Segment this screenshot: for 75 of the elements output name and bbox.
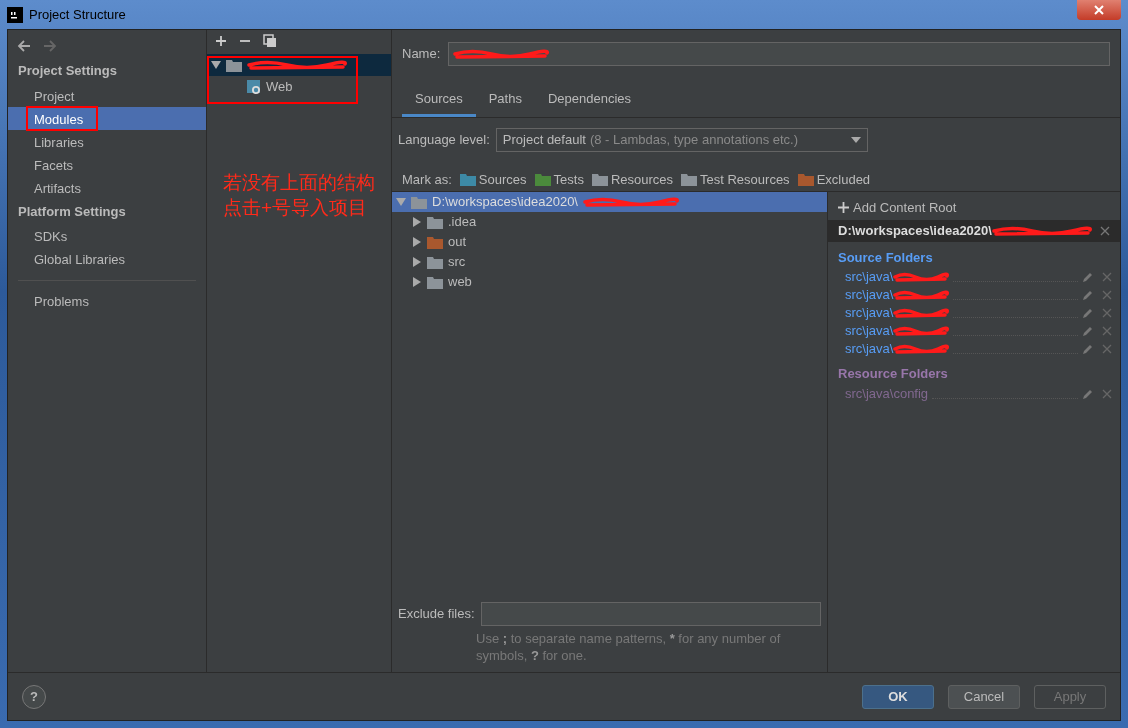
dialog-button[interactable]: OK xyxy=(862,684,934,709)
hint-text: Use ; to separate name patterns, * for any number of symbols, ? for one. xyxy=(475,630,782,665)
folder-icon xyxy=(411,195,427,209)
sidebar-item[interactable]: Problems xyxy=(8,289,206,312)
folder-path: src\java\config xyxy=(845,384,929,403)
folder-path: src\java\ xyxy=(845,268,894,287)
sidebar-item[interactable]: Project xyxy=(8,83,206,107)
close-icon xyxy=(1093,5,1105,15)
mark-as-button[interactable]: Test Resources xyxy=(681,169,790,189)
folder-icon xyxy=(226,58,242,72)
exclude-files-label: Exclude files: xyxy=(398,605,475,624)
module-tree-item[interactable] xyxy=(207,54,391,76)
copy-icon[interactable] xyxy=(263,33,277,49)
language-level-dropdown[interactable]: Project default (8 - Lambdas, type annotations etc.) xyxy=(495,127,868,152)
edit-icon[interactable] xyxy=(1082,289,1094,301)
file-tree-item[interactable]: D:\workspaces\idea2020\ xyxy=(392,192,827,212)
sidebar-item[interactable]: Artifacts xyxy=(8,175,206,199)
mark-as-button[interactable]: Excluded xyxy=(797,169,871,189)
annotation-text: 点击+号导入项目 xyxy=(223,196,369,220)
close-button[interactable] xyxy=(1077,0,1121,20)
folder-path: src\java\ xyxy=(845,340,894,359)
mark-as-button[interactable]: Resources xyxy=(591,169,674,189)
folder-group-heading: Source Folders xyxy=(837,248,934,267)
folder-group-heading: Resource Folders xyxy=(837,365,949,383)
app-logo-icon xyxy=(7,6,23,23)
folder-path: src\java\ xyxy=(845,304,894,323)
sidebar-item[interactable]: SDKs xyxy=(8,224,206,247)
edit-icon[interactable] xyxy=(1082,325,1094,337)
tab[interactable]: Sources xyxy=(402,86,476,117)
section-heading: Platform Settings xyxy=(17,202,127,221)
edit-icon[interactable] xyxy=(1082,271,1094,283)
close-icon[interactable] xyxy=(1102,308,1112,318)
add-content-root-button[interactable]: Add Content Root xyxy=(828,196,967,220)
close-icon[interactable] xyxy=(1102,344,1112,354)
web-module-icon xyxy=(247,80,261,94)
close-icon[interactable] xyxy=(1102,290,1112,300)
add-icon[interactable] xyxy=(215,33,227,49)
edit-icon[interactable] xyxy=(1082,343,1094,355)
file-tree-item[interactable]: web xyxy=(392,272,827,292)
tab[interactable]: Paths xyxy=(475,86,535,117)
dialog-button[interactable]: Cancel xyxy=(948,684,1020,709)
file-tree-item[interactable]: out xyxy=(392,232,827,252)
file-tree-item[interactable]: src xyxy=(392,252,827,272)
back-arrow-icon[interactable] xyxy=(16,38,32,54)
sidebar-item[interactable]: Facets xyxy=(8,152,206,176)
dropdown-caret-icon xyxy=(850,136,861,143)
folder-path: src\java\ xyxy=(845,286,894,305)
help-button[interactable]: ? xyxy=(22,684,46,709)
name-field[interactable] xyxy=(448,42,1110,66)
annotation-text: 若没有上面的结构 xyxy=(223,171,375,195)
name-label: Name: xyxy=(402,45,441,64)
mark-as-button[interactable]: Sources xyxy=(459,169,527,189)
close-icon[interactable] xyxy=(1102,326,1112,336)
window-title: Project Structure xyxy=(29,5,126,24)
forward-arrow-icon[interactable] xyxy=(42,38,58,54)
section-heading: Project Settings xyxy=(17,62,118,80)
edit-icon[interactable] xyxy=(1082,387,1094,400)
sidebar-item[interactable]: Modules xyxy=(8,106,206,130)
close-icon[interactable] xyxy=(1102,272,1112,282)
exclude-files-field[interactable] xyxy=(480,602,821,626)
mark-as-label: Mark as: xyxy=(402,170,452,189)
folder-path: src\java\ xyxy=(845,322,894,341)
sidebar-item[interactable]: Global Libraries xyxy=(8,247,206,270)
module-tree-item[interactable]: Web xyxy=(207,76,391,98)
edit-icon[interactable] xyxy=(1082,307,1094,319)
expand-arrow-icon[interactable] xyxy=(211,60,221,70)
language-level-label: Language level: xyxy=(398,130,490,149)
sidebar-item[interactable]: Libraries xyxy=(8,129,206,153)
close-icon[interactable] xyxy=(1102,388,1112,399)
mark-as-button[interactable]: Tests xyxy=(534,169,584,189)
content-root-path: D:\workspaces\idea2020\ xyxy=(838,221,992,240)
add-icon xyxy=(838,202,849,214)
file-tree-item[interactable]: .idea xyxy=(392,212,827,232)
tab[interactable]: Dependencies xyxy=(534,86,645,117)
close-icon[interactable] xyxy=(1100,225,1110,236)
